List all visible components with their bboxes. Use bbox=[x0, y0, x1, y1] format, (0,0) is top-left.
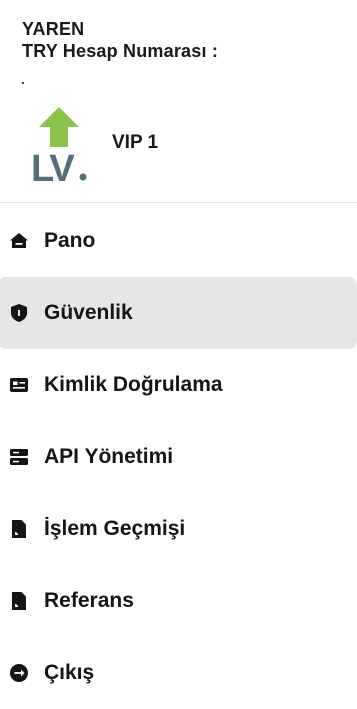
menu-item-islem-gecmisi[interactable]: İşlem Geçmişi bbox=[0, 493, 357, 565]
menu-item-pano[interactable]: Pano bbox=[0, 205, 357, 277]
menu-item-label: API Yönetimi bbox=[44, 445, 174, 468]
menu-item-cikis[interactable]: Çıkış bbox=[0, 637, 357, 709]
menu-item-label: Referans bbox=[44, 589, 134, 612]
document-icon bbox=[9, 519, 29, 539]
document-icon bbox=[9, 591, 29, 611]
id-card-icon bbox=[9, 375, 29, 395]
logout-icon bbox=[9, 663, 29, 683]
svg-text:LV: LV bbox=[31, 148, 75, 183]
user-header: YAREN TRY Hesap Numarası : bbox=[22, 18, 218, 62]
menu-item-label: Çıkış bbox=[44, 661, 95, 684]
menu-item-api-yonetimi[interactable]: API Yönetimi bbox=[0, 421, 357, 493]
menu-item-label: İşlem Geçmişi bbox=[44, 517, 186, 540]
menu-item-referans[interactable]: Referans bbox=[0, 565, 357, 637]
level-up-logo-icon: LV bbox=[31, 107, 87, 183]
menu-item-kimlik-dogrulama[interactable]: Kimlik Doğrulama bbox=[0, 349, 357, 421]
vip-level: LV VIP 1 bbox=[30, 107, 158, 183]
menu-item-label: Pano bbox=[44, 229, 96, 252]
server-icon bbox=[9, 447, 29, 467]
menu-item-label: Güvenlik bbox=[44, 301, 133, 324]
vip-level-label: VIP 1 bbox=[112, 132, 159, 153]
shield-icon bbox=[9, 303, 29, 323]
side-menu-panel: YAREN TRY Hesap Numarası : LV VIP 1 Pano bbox=[0, 0, 357, 709]
home-icon bbox=[9, 231, 29, 251]
menu-item-label: Kimlik Doğrulama bbox=[44, 373, 223, 396]
menu-item-guvenlik[interactable]: Güvenlik bbox=[0, 277, 357, 349]
divider bbox=[0, 202, 357, 203]
account-number-value bbox=[22, 82, 24, 84]
user-name: YAREN bbox=[22, 19, 85, 39]
account-number-label: TRY Hesap Numarası : bbox=[22, 41, 219, 61]
